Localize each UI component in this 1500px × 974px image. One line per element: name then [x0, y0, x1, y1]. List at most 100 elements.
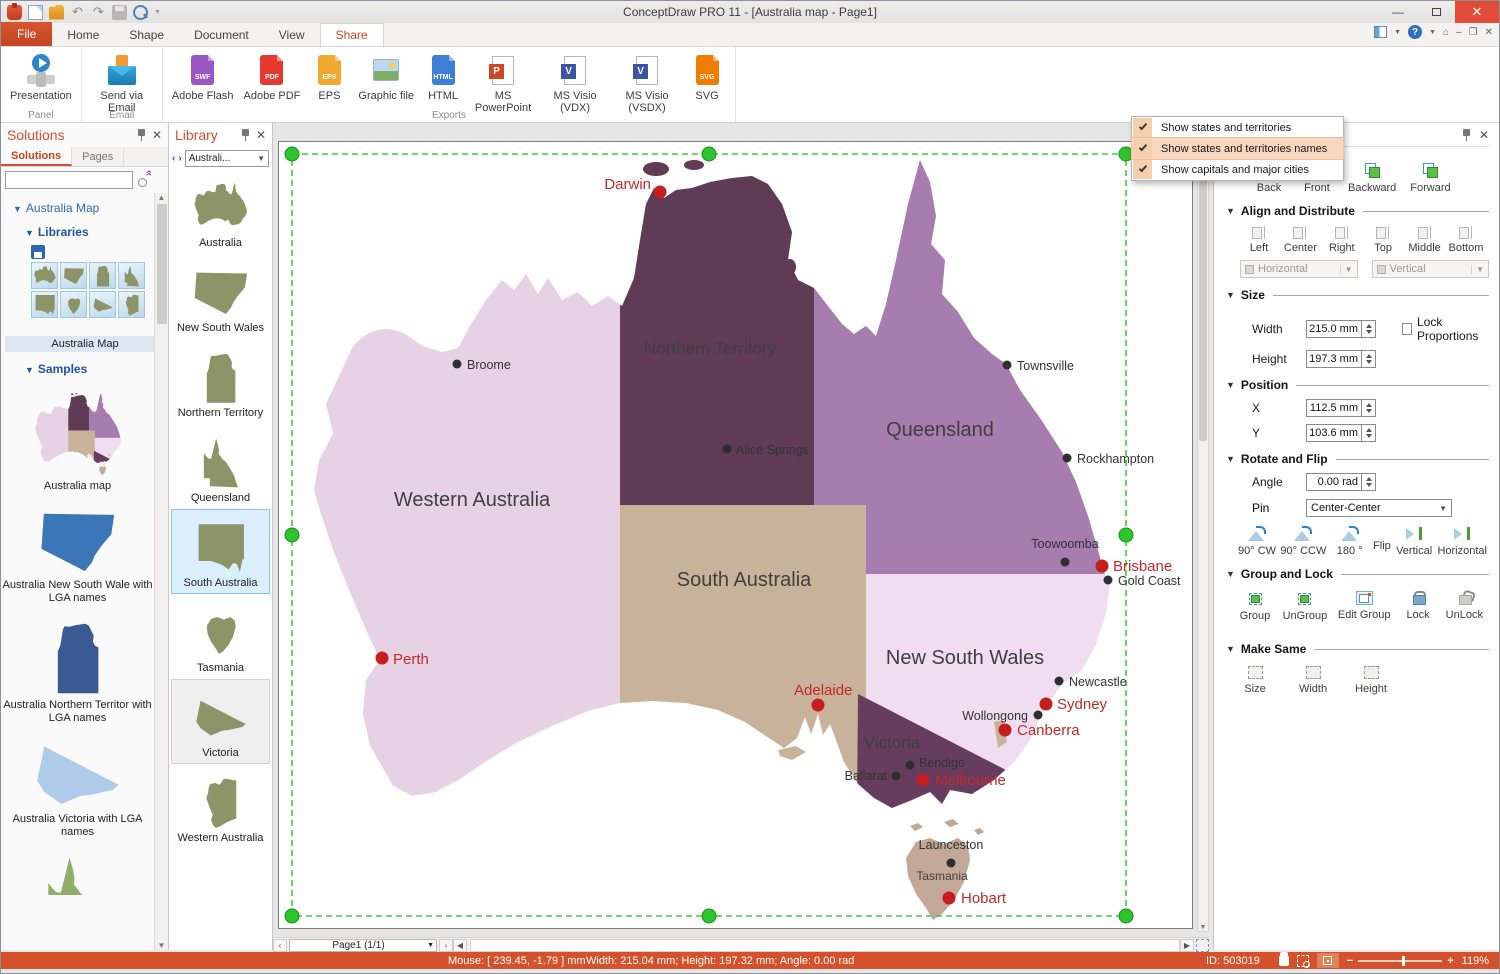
help-icon[interactable]: ?: [1408, 25, 1423, 39]
app-logo-icon[interactable]: [7, 2, 22, 20]
sample-thumbnail[interactable]: [34, 509, 122, 575]
library-tile-australia[interactable]: [31, 262, 58, 289]
align-center-button[interactable]: Center: [1281, 226, 1319, 254]
library-preview-card[interactable]: Australia Map: [5, 245, 154, 352]
zoom-in-icon[interactable]: +: [1447, 955, 1453, 967]
vertical-scrollbar[interactable]: ▲ ▼: [1197, 141, 1209, 932]
ribbon-item-adobe-flash[interactable]: SWF Adobe Flash: [169, 51, 237, 104]
rotate-vertical-button[interactable]: Vertical: [1395, 527, 1433, 557]
pin-icon[interactable]: [137, 129, 146, 141]
close-button[interactable]: ✕: [1455, 1, 1499, 23]
close-icon[interactable]: ✕: [256, 129, 266, 141]
collapse-ribbon-icon[interactable]: ⌂: [1443, 27, 1449, 38]
library-item-queensland[interactable]: Queensland: [171, 424, 270, 509]
library-forward-icon[interactable]: ›: [178, 153, 181, 164]
y-input[interactable]: 103.6 mm: [1306, 424, 1376, 442]
help-dropdown-icon[interactable]: ▼: [1429, 29, 1436, 36]
ribbon-item-ms-visio-vsdx[interactable]: V MS Visio (VSDX): [613, 51, 681, 116]
tab-file[interactable]: File: [1, 22, 53, 46]
ribbon-item-ms-powerpoint[interactable]: P MS PowerPoint: [469, 51, 537, 116]
hscroll-left-button[interactable]: ◀: [453, 938, 467, 952]
pan-hand-icon[interactable]: [1278, 952, 1289, 966]
prev-page-button[interactable]: ‹: [273, 938, 287, 952]
ribbon-item-send-via-email[interactable]: Send via Email: [88, 51, 156, 116]
align-middle-button[interactable]: Middle: [1406, 226, 1444, 254]
option-show-capitals-and-major-cities[interactable]: Show capitals and major cities: [1132, 159, 1343, 180]
zoom-slider[interactable]: − +: [1347, 955, 1454, 967]
collapse-arrow-icon[interactable]: ▼: [1226, 644, 1235, 654]
fit-to-window-button[interactable]: [1316, 953, 1339, 968]
width-input[interactable]: 215.0 mm: [1306, 320, 1376, 338]
ribbon-item-ms-visio-vdx[interactable]: V MS Visio (VDX): [541, 51, 609, 116]
distribute-vertical-dropdown[interactable]: Vertical ▼: [1371, 260, 1489, 278]
align-bottom-button[interactable]: Bottom: [1447, 226, 1485, 254]
tree-item-australia-map[interactable]: ▼ Australia Map: [13, 201, 154, 215]
ungroup-button[interactable]: UnGroup: [1283, 591, 1327, 622]
rotate-180-button[interactable]: 180 °: [1331, 526, 1369, 557]
make-same-width-button[interactable]: Width: [1296, 666, 1330, 695]
zoom-search-icon[interactable]: [133, 4, 148, 20]
checkbox-icon[interactable]: [1133, 139, 1152, 158]
ribbon-item-graphic-file[interactable]: Graphic file: [355, 51, 417, 104]
hscroll-right-button[interactable]: ▶: [1180, 938, 1194, 952]
sample-australia-new-south-wale-with-lga-names[interactable]: Australia New South Wale with LGA names: [1, 509, 154, 605]
pin-dropdown[interactable]: Center-Center ▼: [1306, 499, 1452, 517]
next-page-button[interactable]: ›: [439, 938, 453, 952]
forward-button[interactable]: Forward: [1410, 163, 1451, 194]
angle-input[interactable]: 0.00 rad: [1306, 473, 1376, 491]
library-tile-victoria[interactable]: [89, 291, 116, 318]
pin-icon[interactable]: [241, 129, 250, 141]
ribbon-item-html[interactable]: HTML HTML: [421, 51, 465, 104]
library-item-new-south-wales[interactable]: New South Wales: [171, 254, 270, 339]
library-item-australia[interactable]: Australia: [171, 169, 270, 254]
backward-button[interactable]: Backward: [1348, 163, 1396, 194]
checkbox-icon[interactable]: [1133, 160, 1152, 179]
solutions-tab-pages[interactable]: Pages: [72, 147, 125, 166]
align-right-button[interactable]: Right: [1323, 226, 1361, 254]
rotate-90-cw-button[interactable]: 90° CW: [1238, 526, 1276, 557]
solutions-scrollbar[interactable]: ▲ ▼: [154, 193, 168, 950]
collapse-arrow-icon[interactable]: ▼: [1226, 290, 1235, 300]
align-left-button[interactable]: Left: [1240, 226, 1278, 254]
distribute-horizontal-dropdown[interactable]: Horizontal ▼: [1240, 260, 1358, 278]
library-item-south-australia[interactable]: South Australia: [171, 509, 270, 594]
selection-handle[interactable]: [701, 908, 717, 924]
maximize-button[interactable]: [1417, 1, 1455, 23]
collapse-arrow-icon[interactable]: ▼: [1226, 569, 1235, 579]
close-icon[interactable]: ✕: [1479, 129, 1489, 141]
sample-australia-northern-territor-with-lga-names[interactable]: Australia Northern Territor with LGA nam…: [1, 621, 154, 725]
undo-icon[interactable]: ↶: [70, 4, 85, 20]
fit-page-icon[interactable]: [1196, 938, 1209, 952]
panels-dropdown-icon[interactable]: ▼: [1394, 29, 1401, 36]
tree-item-libraries[interactable]: ▼ Libraries: [25, 225, 154, 239]
make-same-height-button[interactable]: Height: [1354, 666, 1388, 695]
drawing-canvas[interactable]: Western Australia Northern Territory South…: [273, 123, 1197, 935]
lock-proportions-checkbox[interactable]: [1402, 323, 1412, 335]
ribbon-item-adobe-pdf[interactable]: PDF Adobe PDF: [241, 51, 304, 104]
tree-item-samples[interactable]: ▼ Samples: [25, 362, 154, 376]
library-tile-south-australia[interactable]: [31, 291, 58, 318]
align-top-button[interactable]: Top: [1364, 226, 1402, 254]
page-selector[interactable]: Page1 (1/1) ▼: [289, 938, 437, 952]
document-page[interactable]: Western Australia Northern Territory South…: [278, 141, 1193, 929]
x-input[interactable]: 112.5 mm: [1306, 399, 1376, 417]
library-back-icon[interactable]: ‹: [172, 153, 175, 164]
group-button[interactable]: Group: [1238, 591, 1272, 622]
tab-shape[interactable]: Shape: [114, 23, 179, 46]
library-item-northern-territory[interactable]: Northern Territory: [171, 339, 270, 424]
solutions-tab-solutions[interactable]: Solutions: [1, 147, 73, 166]
selection-handle[interactable]: [284, 908, 300, 924]
zoom-slider-thumb[interactable]: [1401, 955, 1405, 966]
tab-document[interactable]: Document: [179, 23, 264, 46]
horizontal-scrollbar[interactable]: [470, 938, 1180, 952]
selection-handle[interactable]: [284, 146, 300, 162]
zoom-out-icon[interactable]: −: [1347, 955, 1353, 967]
sample-australia-map[interactable]: Australia map: [1, 392, 154, 493]
scroll-up-icon[interactable]: ▲: [158, 193, 166, 202]
collapse-arrow-icon[interactable]: ▼: [1226, 206, 1235, 216]
panels-icon[interactable]: [1374, 26, 1388, 38]
scroll-down-icon[interactable]: ▼: [158, 941, 166, 950]
lock-button[interactable]: Lock: [1401, 591, 1435, 622]
sample-thumbnail[interactable]: [47, 621, 109, 695]
close-icon[interactable]: ✕: [152, 129, 162, 141]
